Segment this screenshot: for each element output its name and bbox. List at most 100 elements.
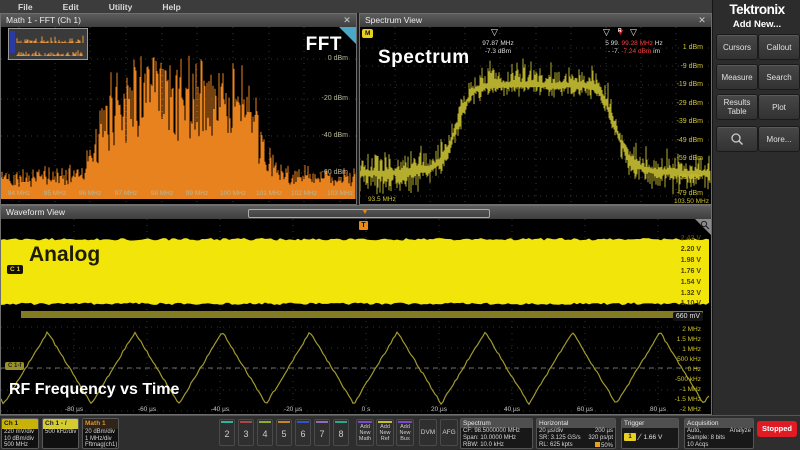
- voltage-tick: 2.42 V: [681, 235, 701, 242]
- time-tick: 60 µs: [577, 406, 593, 413]
- menu-edit[interactable]: Edit: [63, 2, 79, 12]
- marker1-ampl: -7.3 dBm: [485, 48, 511, 55]
- acq-mode: Auto,: [687, 428, 701, 435]
- horizontal-position: 50%: [601, 443, 613, 449]
- time-tick: -40 µs: [211, 406, 229, 413]
- peak-marker-icon[interactable]: ▽: [491, 28, 498, 37]
- channel1-freq-handle-badge[interactable]: C 1-f: [5, 362, 24, 370]
- trigger-settings-box[interactable]: Trigger 1 ∕ 1.66 V: [621, 418, 679, 449]
- plot-button[interactable]: Plot: [758, 94, 800, 120]
- math1-scale: 20 dBm/div: [83, 429, 118, 436]
- math1-badge[interactable]: Math 1 20 dBm/div 1 MHz/div Fftmag(ch1): [82, 418, 119, 449]
- channel5-button[interactable]: 5: [276, 419, 292, 446]
- voltage-tick: 1.98 V: [681, 257, 701, 264]
- callout-button[interactable]: Callout: [758, 34, 800, 60]
- acquisition-settings-box[interactable]: Acquisition Auto,Analyze Sample: 8 bits …: [684, 418, 754, 449]
- spectrum-source-badge[interactable]: M: [362, 29, 373, 38]
- acq-sample-bits: Sample: 8 bits: [687, 435, 725, 442]
- magnifier-icon: [700, 220, 710, 230]
- channel2-button[interactable]: 2: [219, 419, 235, 446]
- marker2-ampl-hidden: - -7.: [608, 48, 620, 55]
- fft-x-tick: 96 MHz: [79, 190, 101, 197]
- span: Span: 10.0000 MHz: [463, 435, 516, 442]
- reference-marker-tag: R: [618, 28, 622, 34]
- time-per-div: 20 µs/div: [539, 428, 563, 435]
- spectrum-settings-box[interactable]: Spectrum CF: 98.5000000 MHz Span: 10.000…: [460, 418, 533, 449]
- fft-panel-title: Math 1 - FFT (Ch 1): [1, 14, 356, 27]
- record-duration: 200 µs: [595, 428, 613, 435]
- spectrum-close-icon[interactable]: ✕: [696, 14, 708, 27]
- afg-button[interactable]: AFG: [440, 419, 458, 446]
- peak-marker-icon[interactable]: ▽: [603, 28, 610, 37]
- fft-x-tick: 97 MHz: [115, 190, 137, 197]
- waveform-panel: Waveform View ▼ 880 mV Analog C 1 C 1-f …: [0, 205, 712, 415]
- channel1-freq-scale: 500 kHz/div: [43, 429, 78, 436]
- menu-help[interactable]: Help: [162, 2, 180, 12]
- trigger-position-flag[interactable]: T: [359, 221, 368, 230]
- channel4-button[interactable]: 4: [257, 419, 273, 446]
- search-button[interactable]: Search: [758, 64, 800, 90]
- time-tick: 0 s: [362, 406, 371, 413]
- voltage-tick: 1.32 V: [681, 290, 701, 297]
- spectrum-y-tick: -19 dBm: [677, 81, 703, 88]
- sidebar: Tektronix Add New... Cursors Callout Mea…: [712, 0, 800, 415]
- add-new-math-button[interactable]: Add New Math: [356, 419, 374, 446]
- run-stop-button[interactable]: Stopped: [757, 421, 797, 437]
- results-table-button[interactable]: Results Table: [716, 94, 758, 120]
- frequency-tick: 1.5 MHz: [677, 336, 701, 343]
- trigger-level: 1.66 V: [644, 434, 663, 441]
- fft-y-tick: -20 dBm: [322, 95, 348, 102]
- menu-utility[interactable]: Utility: [109, 2, 133, 12]
- channel8-button[interactable]: 8: [333, 419, 349, 446]
- channel1-handle-badge[interactable]: C 1: [7, 265, 23, 274]
- math1-function: Fftmag(ch1): [83, 442, 118, 449]
- voltage-tick: 1.76 V: [681, 268, 701, 275]
- peak-marker-icon[interactable]: ▽: [630, 28, 637, 37]
- fft-plot-area[interactable]: FFT 0 dBm -20 dBm -40 dBm -60 dBm 94 MHz…: [1, 27, 356, 204]
- horizontal-settings-box[interactable]: Horizontal 20 µs/div200 µs SR: 3.125 GS/…: [536, 418, 616, 449]
- add-new-heading: Add New...: [713, 19, 800, 30]
- time-tick: 40 µs: [504, 406, 520, 413]
- cursors-button[interactable]: Cursors: [716, 34, 758, 60]
- frequency-tick: 2 MHz: [682, 326, 701, 333]
- horizontal-scrollbar[interactable]: [248, 209, 490, 218]
- thumbnail-trace: [9, 29, 85, 57]
- channel1-badge[interactable]: Ch 1 220 mV/div 10 dBm/div 500 MHz: [1, 418, 39, 449]
- spectrum-plot-area[interactable]: M Spectrum ▽ ▽ ▼ R ▽ 97.87 MHz -7.3 dBm …: [360, 27, 711, 204]
- spectrum-y-tick: -69 dBm: [677, 174, 703, 181]
- channel7-button[interactable]: 7: [314, 419, 330, 446]
- fft-y-tick: -60 dBm: [322, 169, 348, 176]
- fft-overview-thumbnail[interactable]: [8, 28, 88, 60]
- marker2-ampl: -7.24 dBm: [621, 48, 651, 55]
- trigger-indicator-icon[interactable]: ▼: [361, 207, 369, 216]
- marker2-unit-hidden: Hz: [655, 40, 663, 47]
- channel1-freq-badge-name: Ch 1 - /: [43, 419, 78, 429]
- menu-file[interactable]: File: [18, 2, 33, 12]
- more-button[interactable]: More...: [758, 126, 800, 152]
- horizontal-position-icon: [595, 442, 600, 447]
- math1-badge-name: Math 1: [83, 419, 118, 429]
- spectrum-y-tick: 1 dBm: [683, 44, 703, 51]
- peak-marker-readout: 97.87 MHz -7.3 dBm: [470, 40, 526, 56]
- voltage-badge-660mv: 660 mV: [673, 312, 703, 321]
- time-tick: 20 µs: [431, 406, 447, 413]
- channel3-button[interactable]: 3: [238, 419, 254, 446]
- add-new-math-label: Add New Math: [357, 424, 373, 442]
- add-new-bus-button[interactable]: Add New Bus: [396, 419, 414, 446]
- rbw: RBW: 10.0 kHz: [463, 442, 504, 449]
- waveform-plot-area[interactable]: 880 mV Analog C 1 C 1-f T 2.42 V 2.20 V …: [1, 219, 711, 414]
- marker1-freq: 97.87 MHz: [482, 40, 513, 47]
- add-new-ref-button[interactable]: Add New Ref: [376, 419, 394, 446]
- dvm-button[interactable]: DVM: [419, 419, 437, 446]
- channel1-freq-badge[interactable]: Ch 1 - / 500 kHz/div: [42, 418, 79, 449]
- measure-button[interactable]: Measure: [716, 64, 758, 90]
- panel-handle-icon[interactable]: [339, 27, 356, 44]
- channel3-number: 3: [239, 423, 253, 445]
- frequency-tick: 500 kHz: [677, 356, 701, 363]
- voltage-tick: 1.54 V: [681, 279, 701, 286]
- fft-x-tick: 95 MHz: [44, 190, 66, 197]
- spectrum-x-right-tick: 103.50 MHz: [674, 198, 709, 204]
- fft-close-icon[interactable]: ✕: [341, 14, 353, 27]
- channel6-button[interactable]: 6: [295, 419, 311, 446]
- zoom-mode-button[interactable]: [716, 126, 758, 152]
